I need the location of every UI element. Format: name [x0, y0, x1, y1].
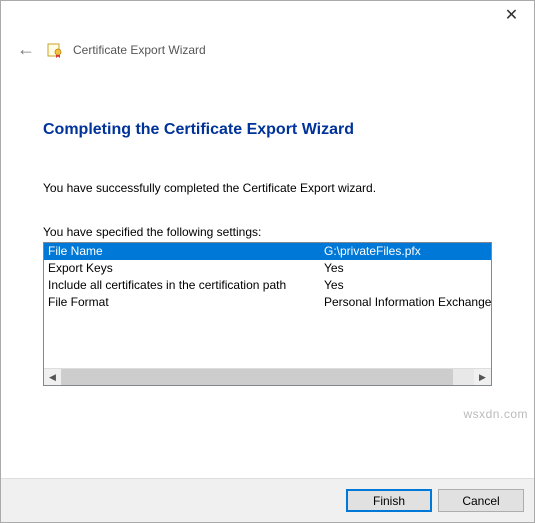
table-row[interactable]: File FormatPersonal Information Exchange… [44, 294, 491, 311]
chevron-right-icon: ▶ [479, 372, 486, 383]
setting-key: File Name [44, 243, 320, 260]
setting-key: Export Keys [44, 260, 320, 277]
table-row[interactable]: File NameG:\privateFiles.pfx [44, 243, 491, 260]
scroll-right-button[interactable]: ▶ [474, 369, 491, 385]
horizontal-scrollbar[interactable]: ◀ ▶ [44, 368, 491, 385]
setting-value: Yes [320, 260, 491, 277]
setting-value: Personal Information Exchange (*.pfx) [320, 294, 491, 311]
success-text: You have successfully completed the Cert… [43, 181, 492, 195]
wizard-footer: Finish Cancel [1, 478, 534, 522]
close-button[interactable]: ✕ [489, 1, 534, 29]
chevron-left-icon: ◀ [49, 372, 56, 383]
back-arrow-icon[interactable]: ← [15, 39, 37, 60]
wizard-header: ← Certificate Export Wizard [1, 31, 534, 66]
setting-key: File Format [44, 294, 320, 311]
cancel-button[interactable]: Cancel [438, 489, 524, 512]
page-heading: Completing the Certificate Export Wizard [43, 121, 492, 139]
setting-value: Yes [320, 277, 491, 294]
settings-listview[interactable]: File NameG:\privateFiles.pfxExport KeysY… [43, 242, 492, 386]
scroll-left-button[interactable]: ◀ [44, 369, 61, 385]
table-row[interactable]: Include all certificates in the certific… [44, 277, 491, 294]
scrollbar-thumb[interactable] [61, 369, 453, 385]
finish-button[interactable]: Finish [346, 489, 432, 512]
setting-key: Include all certificates in the certific… [44, 277, 320, 294]
listview-rows: File NameG:\privateFiles.pfxExport KeysY… [44, 243, 491, 368]
scrollbar-track[interactable] [61, 369, 474, 385]
setting-value: G:\privateFiles.pfx [320, 243, 491, 260]
wizard-content: Completing the Certificate Export Wizard… [1, 66, 534, 386]
settings-label: You have specified the following setting… [43, 225, 492, 239]
wizard-title: Certificate Export Wizard [73, 43, 206, 57]
certificate-icon [47, 42, 63, 58]
watermark: wsxdn.com [463, 407, 528, 421]
table-row[interactable]: Export KeysYes [44, 260, 491, 277]
close-icon: ✕ [505, 5, 518, 25]
titlebar: ✕ [1, 1, 534, 31]
